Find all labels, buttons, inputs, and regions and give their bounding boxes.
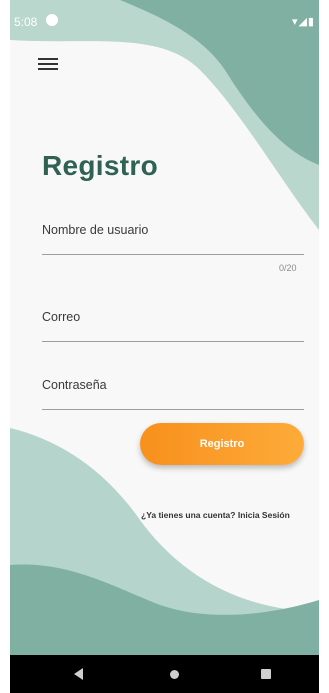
password-underline	[42, 409, 304, 410]
login-link[interactable]: ¿Ya tienes una cuenta? Inicia Sesión	[141, 510, 290, 520]
email-underline	[42, 341, 304, 342]
notification-app-icon	[46, 14, 58, 26]
register-button[interactable]: Registro	[140, 423, 304, 465]
status-icons: ▾◢▮	[291, 16, 315, 28]
email-label: Correo	[42, 310, 81, 324]
password-field[interactable]: Contraseña	[42, 378, 304, 410]
username-counter: 0/20	[279, 263, 297, 273]
background-waves	[10, 0, 319, 655]
page-title: Registro	[42, 150, 158, 181]
password-label: Contraseña	[42, 378, 107, 392]
email-field[interactable]: Correo	[42, 310, 304, 342]
home-icon[interactable]	[170, 670, 179, 679]
hamburger-menu-icon[interactable]	[38, 56, 58, 72]
username-field[interactable]: Nombre de usuario	[42, 223, 304, 255]
back-icon[interactable]	[74, 668, 83, 680]
app-screen: 5:08 ▾◢▮ Registro Nombre de usuario 0/20…	[10, 0, 319, 693]
username-label: Nombre de usuario	[42, 223, 149, 237]
navigation-bar	[10, 655, 319, 693]
username-underline	[42, 254, 304, 255]
recents-icon[interactable]	[261, 669, 271, 679]
phone-device: 5:08 ▾◢▮ Registro Nombre de usuario 0/20…	[0, 0, 329, 693]
status-bar: 5:08 ▾◢▮	[10, 0, 319, 38]
status-time: 5:08	[14, 15, 38, 29]
